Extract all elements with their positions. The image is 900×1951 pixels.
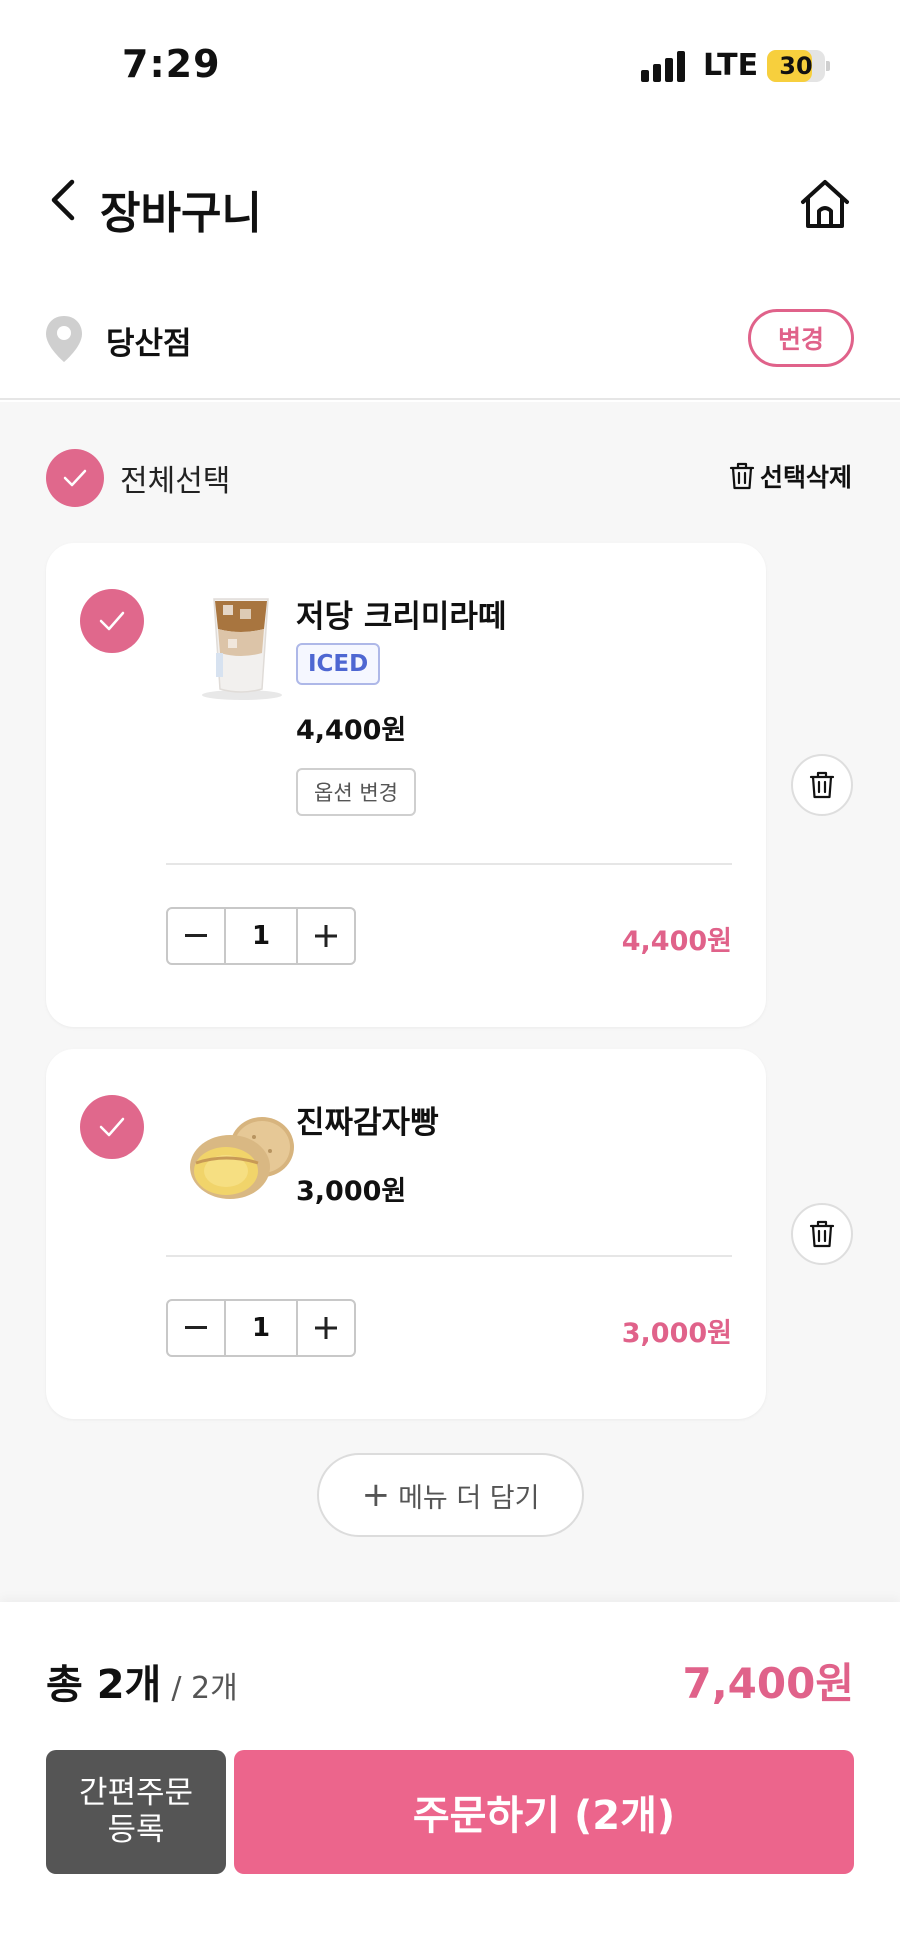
battery-level: 30 (779, 52, 813, 80)
delete-selected-label: 선택삭제 (760, 463, 853, 492)
select-all-label: 전체선택 (120, 464, 231, 499)
line-total: 4,400원 (621, 926, 732, 957)
item-check-circle[interactable] (80, 589, 144, 653)
line-total: 3,000원 (621, 1318, 732, 1349)
total-count: 총 2개 / 2개 (46, 1652, 238, 1710)
minus-icon (185, 934, 207, 937)
add-more-menu-label: 메뉴 더 담기 (398, 1482, 540, 1514)
card-divider (166, 1255, 732, 1257)
trash-icon (809, 1220, 835, 1248)
status-bar: 7:29 LTE 30 (0, 0, 900, 120)
status-time: 7:29 (122, 42, 221, 86)
total-count-of: / 2개 (171, 1671, 238, 1706)
minus-icon (185, 1326, 207, 1329)
cart-content: 전체선택 선택삭제 저당 크리미라떼 ICED 4,400원 옵션 변경 1 4… (0, 402, 900, 1602)
store-row: 당산점 변경 (0, 300, 900, 400)
quick-order-register-button[interactable]: 간편주문 등록 (46, 1750, 226, 1874)
chevron-left-icon (51, 179, 75, 221)
item-name: 진짜감자빵 (296, 1105, 439, 1141)
add-more-menu-button[interactable]: + 메뉴 더 담기 (317, 1453, 584, 1537)
increase-button[interactable] (298, 909, 354, 963)
decrease-button[interactable] (168, 1301, 224, 1355)
cellular-signal-icon (641, 50, 687, 82)
store-name: 당산점 (106, 326, 192, 362)
quantity-stepper: 1 (166, 907, 356, 965)
plus-icon (315, 925, 337, 947)
battery-tip (826, 61, 830, 71)
home-button[interactable] (796, 175, 854, 233)
item-checkbox[interactable] (80, 1095, 144, 1159)
network-type: LTE (703, 48, 759, 83)
check-icon (99, 611, 125, 631)
item-price: 4,400원 (296, 715, 407, 746)
quantity-value: 1 (224, 909, 298, 963)
location-pin-icon (44, 314, 84, 368)
item-price: 3,000원 (296, 1176, 407, 1207)
plus-icon: + (361, 1475, 391, 1515)
quick-order-label-line2: 등록 (107, 1812, 165, 1848)
change-option-button[interactable]: 옵션 변경 (296, 768, 416, 816)
quantity-value: 1 (224, 1301, 298, 1355)
cart-item-card: 진짜감자빵 3,000원 1 3,000원 (46, 1049, 766, 1419)
delete-item-button[interactable] (791, 1203, 853, 1265)
quantity-stepper: 1 (166, 1299, 356, 1357)
header: 장바구니 (0, 155, 900, 255)
delete-item-button[interactable] (791, 754, 853, 816)
total-count-label: 총 2개 (46, 1662, 162, 1708)
check-icon (63, 469, 87, 487)
order-footer: 총 2개 / 2개 7,400원 간편주문 등록 주문하기 (2개) (0, 1602, 900, 1951)
cart-item-card: 저당 크리미라떼 ICED 4,400원 옵션 변경 1 4,400원 (46, 543, 766, 1027)
plus-icon (315, 1317, 337, 1339)
delete-selected-button[interactable]: 선택삭제 (728, 458, 852, 494)
item-check-circle[interactable] (80, 1095, 144, 1159)
check-icon (99, 1117, 125, 1137)
card-divider (166, 863, 732, 865)
home-icon (801, 180, 849, 228)
select-all-checkbox[interactable] (46, 449, 104, 507)
item-image-iced-latte (176, 583, 306, 703)
select-all-toggle[interactable]: 전체선택 (46, 449, 230, 507)
order-button[interactable]: 주문하기 (2개) (234, 1750, 854, 1874)
item-name: 저당 크리미라떼 (296, 599, 507, 635)
battery-icon: 30 (767, 50, 825, 82)
trash-icon (729, 462, 755, 490)
trash-icon (809, 771, 835, 799)
item-checkbox[interactable] (80, 589, 144, 653)
increase-button[interactable] (298, 1301, 354, 1355)
total-price: 7,400원 (682, 1659, 855, 1708)
quick-order-label-line1: 간편주문 (78, 1774, 194, 1811)
item-image-potato-bread (176, 1089, 306, 1209)
iced-tag: ICED (296, 643, 381, 685)
change-store-button[interactable]: 변경 (748, 309, 854, 367)
back-button[interactable] (38, 175, 88, 225)
decrease-button[interactable] (168, 909, 224, 963)
page-title: 장바구니 (100, 188, 262, 239)
